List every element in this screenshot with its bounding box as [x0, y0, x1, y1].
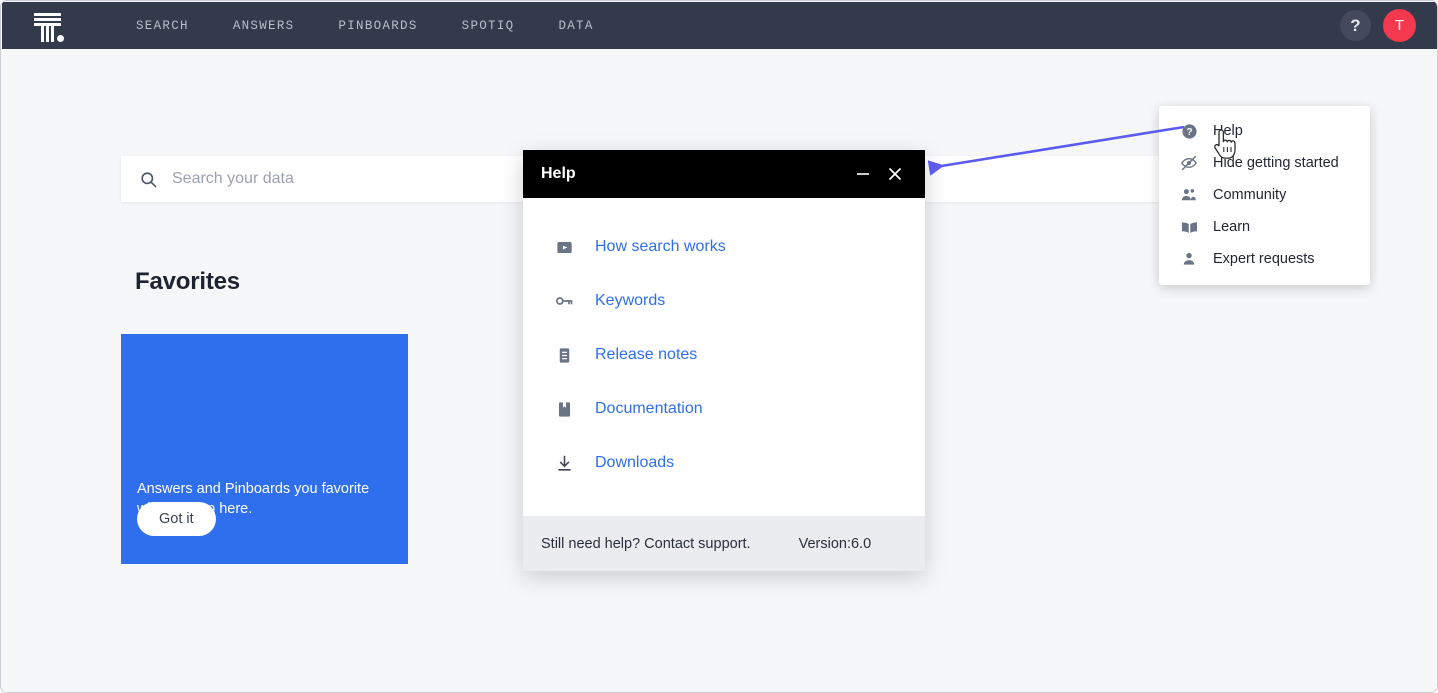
- help-item-documentation[interactable]: Documentation: [523, 382, 925, 436]
- help-dialog-footer: Still need help? Contact support. Versio…: [523, 516, 925, 571]
- key-icon: [553, 291, 575, 311]
- people-icon: [1179, 186, 1199, 204]
- notes-icon: [553, 346, 575, 365]
- top-navigation-bar: SEARCH ANSWERS PINBOARDS SPOTIQ DATA ? T: [2, 2, 1438, 49]
- thoughtspot-logo[interactable]: [26, 9, 68, 43]
- help-dialog: Help: [523, 150, 925, 571]
- nav-right-group: ? T: [1340, 2, 1416, 49]
- menu-item-label: Hide getting started: [1213, 155, 1339, 171]
- search-icon: [139, 170, 158, 189]
- minimize-icon[interactable]: [851, 162, 875, 186]
- help-item-keywords[interactable]: Keywords: [523, 274, 925, 328]
- help-dialog-header: Help: [523, 150, 925, 198]
- nav-link-data[interactable]: DATA: [536, 13, 615, 39]
- menu-item-label: Expert requests: [1213, 251, 1315, 267]
- screenshot-frame: SEARCH ANSWERS PINBOARDS SPOTIQ DATA ? T…: [0, 0, 1438, 693]
- menu-item-label: Community: [1213, 187, 1286, 203]
- help-dropdown-menu: ? Help Hide getting started: [1159, 106, 1370, 285]
- menu-item-label: Help: [1213, 123, 1243, 139]
- person-icon: [1179, 250, 1199, 268]
- book-open-icon: [1179, 218, 1199, 237]
- version-label: Version:6.0: [799, 536, 872, 552]
- nav-link-answers[interactable]: ANSWERS: [211, 13, 317, 39]
- nav-link-search[interactable]: SEARCH: [114, 13, 211, 39]
- help-item-label: Downloads: [595, 454, 674, 472]
- help-item-how-search-works[interactable]: How search works: [523, 220, 925, 274]
- help-item-label: Documentation: [595, 400, 703, 418]
- help-item-label: How search works: [595, 238, 726, 256]
- video-icon: [553, 238, 575, 257]
- got-it-button[interactable]: Got it: [137, 502, 216, 536]
- page-body: Favorites Answers and Pinboards you favo…: [2, 49, 1438, 693]
- menu-item-hide-getting-started[interactable]: Hide getting started: [1159, 147, 1370, 179]
- page-title: Favorites: [135, 268, 240, 296]
- help-dialog-title: Help: [541, 165, 843, 183]
- help-item-release-notes[interactable]: Release notes: [523, 328, 925, 382]
- help-icon[interactable]: ?: [1340, 10, 1371, 41]
- menu-item-learn[interactable]: Learn: [1159, 211, 1370, 243]
- nav-links: SEARCH ANSWERS PINBOARDS SPOTIQ DATA: [114, 13, 616, 39]
- nav-link-pinboards[interactable]: PINBOARDS: [316, 13, 439, 39]
- help-item-downloads[interactable]: Downloads: [523, 436, 925, 490]
- close-icon[interactable]: [883, 162, 907, 186]
- nav-link-spotiq[interactable]: SPOTIQ: [440, 13, 537, 39]
- menu-item-label: Learn: [1213, 219, 1250, 235]
- contact-support-link[interactable]: Still need help? Contact support.: [541, 536, 751, 552]
- menu-item-community[interactable]: Community: [1159, 179, 1370, 211]
- help-item-label: Keywords: [595, 292, 665, 310]
- menu-item-expert-requests[interactable]: Expert requests: [1159, 243, 1370, 275]
- menu-item-help[interactable]: ? Help: [1159, 115, 1370, 147]
- favorites-empty-card: Answers and Pinboards you favorite will …: [121, 334, 408, 564]
- help-dialog-body: How search works Keywords: [523, 198, 925, 516]
- download-icon: [553, 454, 575, 473]
- book-icon: [553, 400, 575, 419]
- eye-off-icon: [1179, 154, 1199, 172]
- help-item-label: Release notes: [595, 346, 697, 364]
- avatar[interactable]: T: [1383, 9, 1416, 42]
- help-circle-icon: ?: [1179, 123, 1199, 140]
- svg-text:?: ?: [1186, 127, 1192, 138]
